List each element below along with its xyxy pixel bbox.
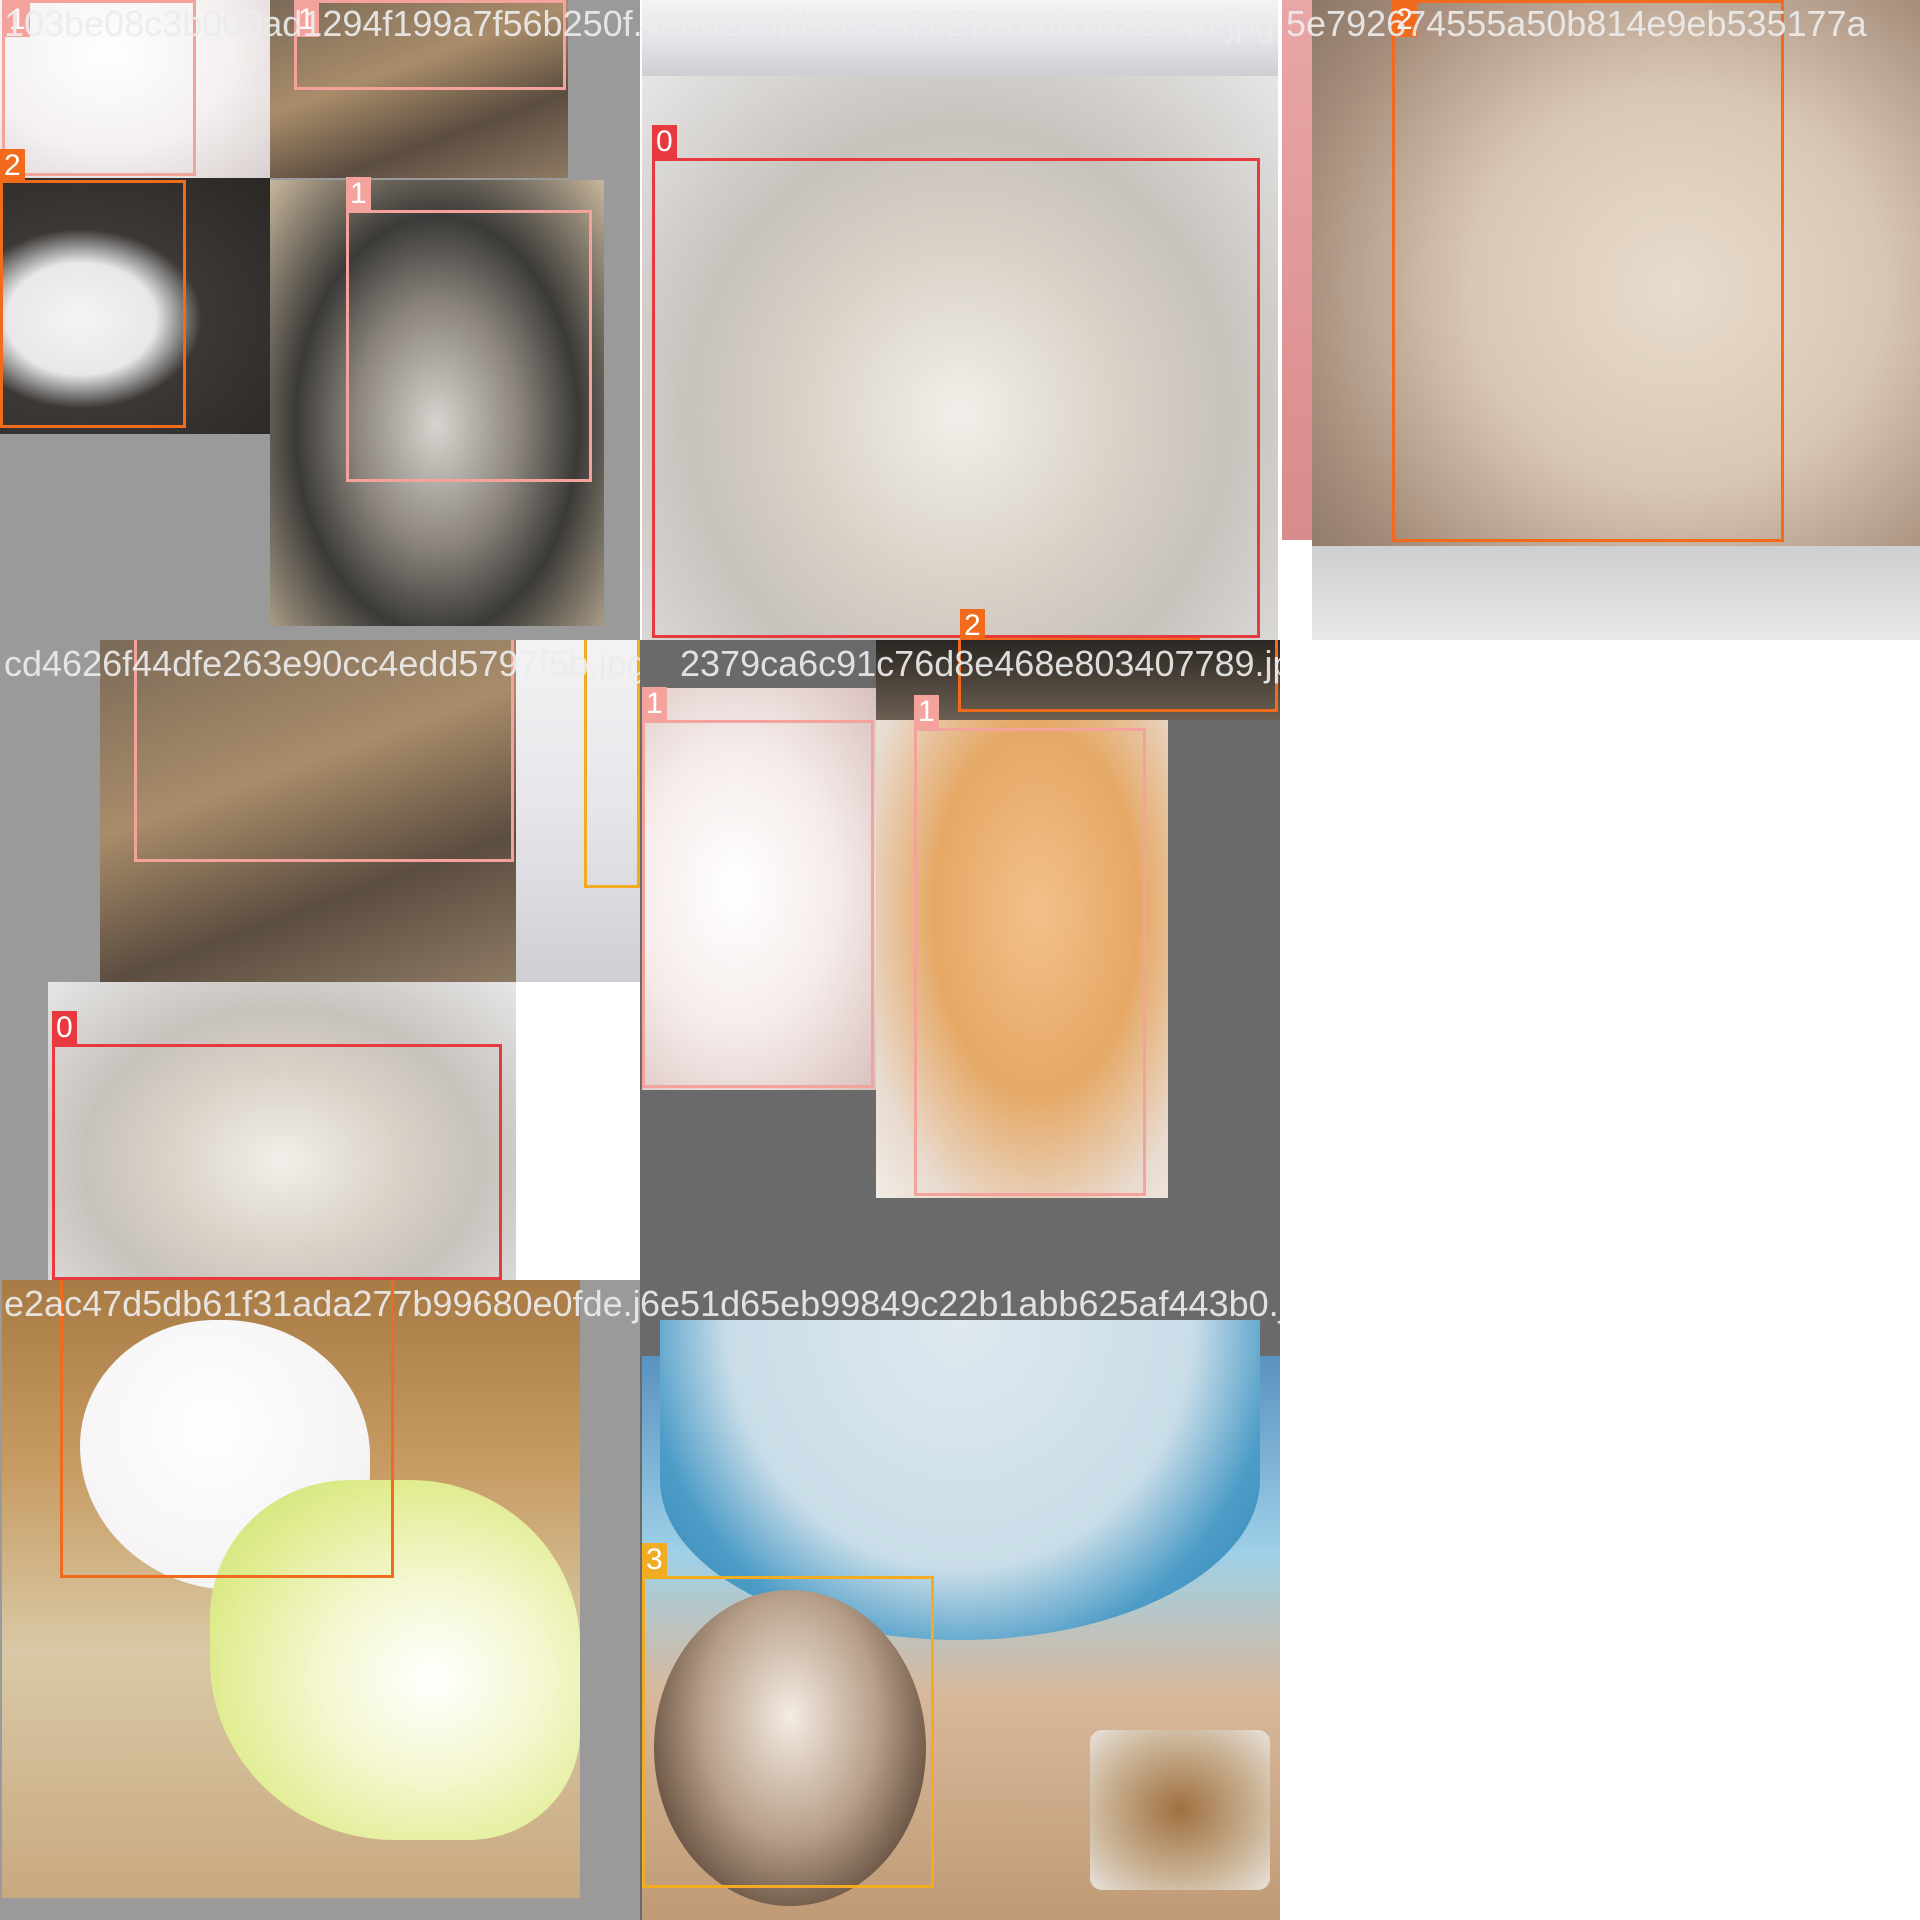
bbox-class-2[interactable]: 2: [60, 1280, 394, 1578]
bbox-class-1[interactable]: 1: [2, 0, 196, 176]
photo-pink-edge: [1282, 0, 1312, 540]
bbox-class-2[interactable]: 2: [958, 640, 1278, 712]
mosaic-tile-1[interactable]: 1 1 2 1 103be08c3b000ad1294f199a7f56b250…: [0, 0, 640, 640]
photo-white-right: [516, 982, 640, 1280]
class-label: 1: [346, 177, 371, 211]
photo-top-strip: [642, 0, 1278, 76]
class-label: 0: [52, 1011, 77, 1045]
mosaic-tile-4[interactable]: 1 3 0 cd4626f44dfe263e90cc4edd5797f5b.jp…: [0, 640, 640, 1280]
class-label: 1: [914, 695, 939, 729]
class-label: 0: [652, 125, 677, 159]
mosaic-tile-5[interactable]: 1 1 2 2379ca6c91c76d8e468e803407789.jpeg: [640, 640, 1280, 1280]
bbox-class-1[interactable]: 1: [914, 695, 1146, 1196]
photo-bottom-strip: [1312, 546, 1920, 640]
mosaic-tile-7[interactable]: 3 6e51d65eb99849c22b1abb625af443b0.jpg: [640, 1280, 1280, 1920]
mosaic-tile-2[interactable]: 0 2 4ee02c3fd991297c27ebdfd1622e48.jpg: [640, 0, 1280, 640]
bbox-class-1[interactable]: 1: [134, 640, 514, 862]
photo-seed-jar: [1090, 1730, 1270, 1890]
class-label: 1: [294, 3, 319, 37]
class-label: 2: [960, 609, 985, 640]
bbox-class-1[interactable]: 1: [642, 687, 874, 1088]
bbox-class-2[interactable]: 2: [0, 149, 186, 428]
bbox-class-3[interactable]: 3: [584, 640, 640, 888]
class-label: 1: [642, 687, 667, 721]
bbox-class-0[interactable]: 0: [652, 125, 1260, 638]
bbox-class-2[interactable]: 2: [1392, 0, 1784, 542]
class-label: 2: [0, 149, 25, 183]
class-label: 1: [5, 3, 30, 37]
bbox-class-1[interactable]: 1: [294, 0, 566, 90]
class-label: 2: [1392, 3, 1417, 37]
bbox-class-1[interactable]: 1: [346, 177, 592, 482]
mosaic-tile-3[interactable]: 2 5e792674555a50b814e9eb535177a: [1280, 0, 1920, 640]
bbox-class-3[interactable]: 3: [642, 1543, 934, 1888]
mosaic-tile-6[interactable]: 2 e2ac47d5db61f31ada277b99680e0fde.jpeg: [0, 1280, 640, 1920]
class-label: 3: [642, 1543, 667, 1577]
bbox-class-0[interactable]: 0: [52, 1011, 502, 1280]
